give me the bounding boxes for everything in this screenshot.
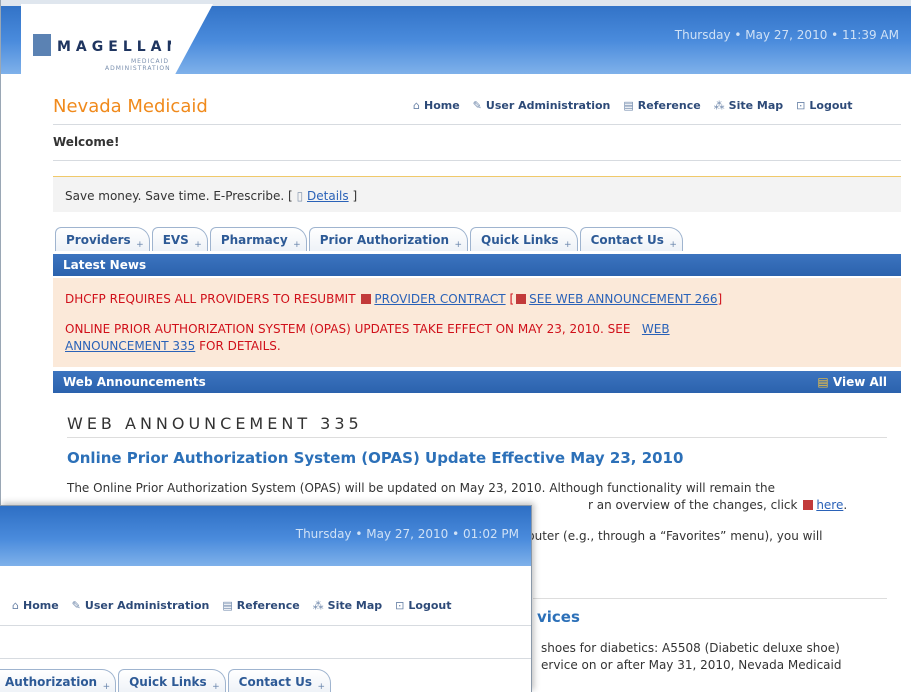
section-title-fragment[interactable]: vices bbox=[537, 608, 580, 626]
top-navigation: ⌂ Home ✎ User Administration ▤ Reference ⁂ S… bbox=[413, 99, 852, 112]
tab-prior-authorization[interactable]: Prior Authorization + bbox=[308, 227, 468, 251]
web-announcements-label: Web Announcements bbox=[63, 375, 206, 389]
dotted-divider bbox=[67, 437, 887, 438]
nav-reference[interactable]: ▤ Reference bbox=[623, 99, 700, 112]
tab-quick-links[interactable]: Quick Links + bbox=[470, 227, 578, 251]
nav-home[interactable]: ⌂ Home bbox=[413, 99, 460, 112]
overlapping-browser-window: Thursday • May 27, 2010 • 01:02 PM ⌂ Home… bbox=[0, 505, 532, 692]
announcement-heading: WEB ANNOUNCEMENT 335 bbox=[67, 414, 363, 433]
news-item: DHCFP REQUIRES ALL PROVIDERS TO RESUBMIT… bbox=[65, 292, 723, 306]
nav-logout[interactable]: ⊡ Logout bbox=[796, 99, 852, 112]
web-announcement-335-link[interactable]: ANNOUNCEMENT 335 bbox=[65, 339, 195, 353]
main-tabs: Authorization + Quick Links + Contact Us + bbox=[0, 669, 333, 692]
book-icon: ▤ bbox=[623, 99, 634, 112]
magellan-logo[interactable]: MAGELLAN MEDICAID ADMINISTRATION bbox=[21, 4, 213, 82]
nav-reference[interactable]: ▤ Reference bbox=[222, 599, 299, 612]
document-icon: ▯ bbox=[296, 189, 304, 203]
tab-contact-us[interactable]: Contact Us + bbox=[579, 227, 683, 251]
nav-logout[interactable]: ⊡ Logout bbox=[395, 599, 451, 612]
tab-pharmacy[interactable]: Pharmacy + bbox=[209, 227, 307, 251]
pdf-icon bbox=[516, 294, 527, 304]
pdf-icon bbox=[803, 500, 814, 510]
view-all-link[interactable]: ▤ View All bbox=[817, 375, 887, 389]
tab-evs[interactable]: EVS + bbox=[151, 227, 208, 251]
nav-user-administration[interactable]: ✎ User Administration bbox=[473, 99, 611, 112]
latest-news-label: Latest News bbox=[63, 258, 147, 272]
nav-user-administration[interactable]: ✎ User Administration bbox=[72, 599, 210, 612]
date-time: Thursday • May 27, 2010 • 01:02 PM bbox=[295, 527, 519, 541]
pencil-icon: ✎ bbox=[472, 99, 482, 112]
sitemap-icon: ⁂ bbox=[713, 99, 725, 112]
details-link[interactable]: Details bbox=[307, 189, 349, 203]
date-time: Thursday • May 27, 2010 • 11:39 AM bbox=[674, 28, 899, 42]
expand-icon: + bbox=[564, 240, 572, 250]
divider bbox=[0, 658, 531, 659]
pencil-icon: ✎ bbox=[71, 599, 81, 612]
web-announcement-266-link[interactable]: SEE WEB ANNOUNCEMENT 266 bbox=[529, 292, 717, 306]
web-announcement-335-link[interactable]: WEB bbox=[642, 322, 670, 336]
expand-icon: + bbox=[317, 682, 326, 692]
body-text-fragment: shoes for diabetics: A5508 (Diabetic del… bbox=[541, 641, 840, 655]
tab-quick-links[interactable]: Quick Links + bbox=[118, 669, 226, 692]
dotted-divider bbox=[533, 598, 887, 599]
nav-home[interactable]: ⌂ Home bbox=[12, 599, 59, 612]
tab-contact-us[interactable]: Contact Us + bbox=[227, 669, 332, 692]
announcement-title[interactable]: Online Prior Authorization System (OPAS)… bbox=[67, 449, 683, 467]
expand-icon: + bbox=[454, 240, 462, 250]
web-announcements-bar: Web Announcements ▤ View All bbox=[53, 371, 901, 393]
home-icon: ⌂ bbox=[12, 599, 19, 612]
nav-site-map[interactable]: ⁂ Site Map bbox=[714, 99, 783, 112]
logo-name: MAGELLAN bbox=[57, 39, 184, 55]
top-navigation: ⌂ Home ✎ User Administration ▤ Reference ⁂ S… bbox=[12, 599, 451, 612]
pdf-icon bbox=[361, 294, 372, 304]
divider bbox=[53, 160, 901, 161]
divider bbox=[53, 124, 901, 125]
latest-news-bar: Latest News bbox=[53, 254, 901, 276]
book-icon: ▤ bbox=[222, 599, 233, 612]
expand-icon: + bbox=[102, 682, 111, 692]
announcement-body-line: The Online Prior Authorization System (O… bbox=[67, 481, 775, 495]
announcement-body-line: r an overview of the changes, click here… bbox=[588, 498, 848, 512]
main-tabs: Providers + EVS + Pharmacy + Prior Authoriz… bbox=[55, 227, 685, 251]
expand-icon: + bbox=[194, 240, 202, 250]
e-prescribe-promo: Save money. Save time. E-Prescribe. [ ▯ … bbox=[53, 176, 901, 212]
tab-providers[interactable]: Providers + bbox=[55, 227, 150, 251]
expand-icon: + bbox=[136, 240, 144, 250]
here-link[interactable]: here bbox=[816, 498, 843, 512]
provider-contract-link[interactable]: PROVIDER CONTRACT bbox=[374, 292, 505, 306]
expand-icon: + bbox=[669, 240, 677, 250]
announcement-body-line: puter (e.g., through a “Favorites” menu)… bbox=[527, 529, 823, 543]
list-icon: ▤ bbox=[817, 375, 829, 389]
sitemap-icon: ⁂ bbox=[312, 599, 324, 612]
welcome-text: Welcome! bbox=[53, 135, 120, 149]
nav-site-map[interactable]: ⁂ Site Map bbox=[313, 599, 382, 612]
lock-icon: ⊡ bbox=[395, 599, 405, 612]
expand-icon: + bbox=[212, 682, 220, 692]
header-banner: Thursday • May 27, 2010 • 01:02 PM bbox=[0, 506, 531, 566]
body-text-fragment: ervice on or after May 31, 2010, Nevada … bbox=[541, 658, 842, 672]
divider bbox=[0, 625, 531, 626]
site-title: Nevada Medicaid bbox=[53, 96, 208, 117]
logo-mark-icon bbox=[33, 34, 51, 56]
lock-icon: ⊡ bbox=[796, 99, 806, 112]
news-item: ONLINE PRIOR AUTHORIZATION SYSTEM (OPAS)… bbox=[65, 322, 670, 353]
expand-icon: + bbox=[293, 240, 301, 250]
logo-subtitle: MEDICAID ADMINISTRATION bbox=[105, 58, 171, 72]
latest-news-panel: DHCFP REQUIRES ALL PROVIDERS TO RESUBMIT… bbox=[53, 278, 901, 367]
tab-prior-authorization[interactable]: Authorization + bbox=[0, 669, 117, 692]
home-icon: ⌂ bbox=[413, 99, 420, 112]
